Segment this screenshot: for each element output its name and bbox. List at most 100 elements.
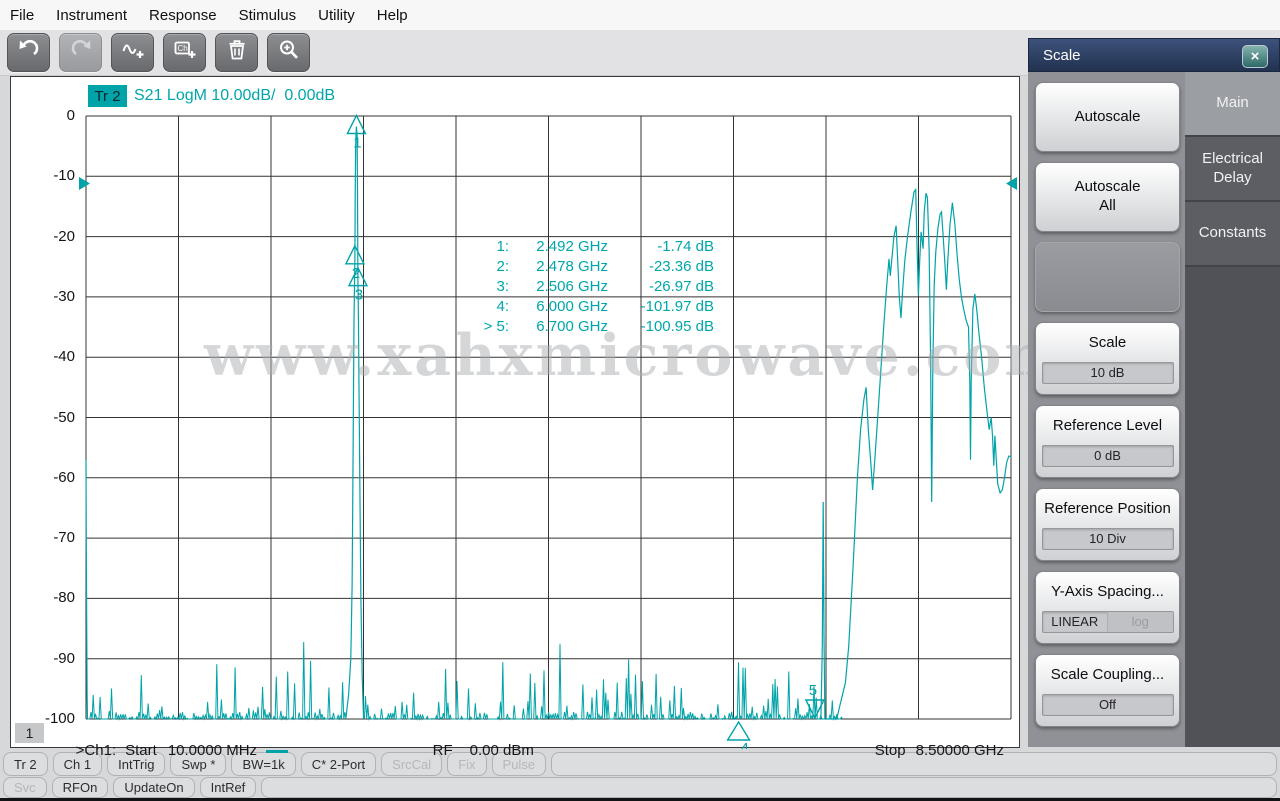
marker-readout-row: 2: 2.478 GHz -23.36 dB <box>451 257 714 277</box>
marker-value: -26.97 dB <box>648 278 714 295</box>
y-tick-label: -90 <box>53 649 75 667</box>
add-channel-button[interactable]: Ch <box>163 33 206 72</box>
marker-readout: 1: 2.492 GHz -1.74 dB 2: 2.478 GHz -23.36 dB 3… <box>451 237 714 337</box>
tab-constants[interactable]: Constants <box>1185 202 1280 267</box>
start-value: 10.0000 MHz <box>167 742 258 759</box>
marker-number: 4 <box>740 740 748 749</box>
stop-value: 8.50000 GHz <box>915 742 1004 759</box>
y-tick-label: -30 <box>53 287 75 305</box>
marker-4[interactable]: 4 <box>726 720 751 749</box>
toggle-option-log: log <box>1107 611 1173 632</box>
marker-label: 3: <box>496 278 509 295</box>
softkey-toggle-value: LINEAR log <box>1041 610 1174 633</box>
softkey-label: Scale Coupling... <box>1050 666 1165 683</box>
softkey-blank <box>1035 242 1180 312</box>
toggle-option-linear: LINEAR <box>1051 613 1099 629</box>
trace-badge[interactable]: Tr 2 <box>88 85 127 107</box>
add-trace-button[interactable] <box>111 33 154 72</box>
add-channel-icon: Ch <box>173 38 197 67</box>
channel-start-status: >Ch1: Start 10.0000 MHz <box>59 725 289 776</box>
trace-noise-floor <box>87 641 844 721</box>
softkey-value: 10 Div <box>1041 527 1174 550</box>
trash-icon <box>225 38 249 67</box>
softkey-autoscale[interactable]: Autoscale <box>1035 82 1180 152</box>
channel-prefix: >Ch1: <box>75 742 117 759</box>
y-tick-label: -10 <box>53 167 75 185</box>
scale-panel-titlebar[interactable]: Scale × <box>1028 38 1280 72</box>
menu-utility[interactable]: Utility <box>307 7 366 24</box>
redo-button <box>59 33 102 72</box>
add-trace-icon <box>121 38 145 67</box>
stop-label: Stop <box>874 742 906 759</box>
marker-frequency: 6.700 GHz <box>536 318 608 335</box>
close-icon[interactable]: × <box>1242 45 1268 68</box>
softkey-value: 10 dB <box>1041 361 1174 384</box>
menu-instrument[interactable]: Instrument <box>45 7 138 24</box>
marker-number: 2 <box>352 265 360 282</box>
menu-file[interactable]: File <box>10 7 45 24</box>
menu-response[interactable]: Response <box>138 7 228 24</box>
statusbar-button-tr-2[interactable]: Tr 2 <box>3 752 48 776</box>
softkey-autoscale-all[interactable]: Autoscale All <box>1035 162 1180 232</box>
zoom-button[interactable] <box>267 33 310 72</box>
marker-readout-row: 4: 6.000 GHz -101.97 dB <box>451 297 714 317</box>
y-tick-label: -60 <box>53 468 75 486</box>
softkey-y-axis-spacing[interactable]: Y-Axis Spacing... LINEAR log <box>1035 571 1180 644</box>
delete-button[interactable] <box>215 33 258 72</box>
softkey-reference-position[interactable]: Reference Position 10 Div <box>1035 488 1180 561</box>
tab-main[interactable]: Main <box>1185 72 1280 137</box>
statusbar-button-rfon[interactable]: RFOn <box>51 777 109 798</box>
undo-button[interactable] <box>7 33 50 72</box>
statusbar-button-blank <box>261 777 1277 798</box>
statusbar-button-intref[interactable]: IntRef <box>199 777 257 798</box>
tab-electrical-delay[interactable]: Electrical Delay <box>1185 137 1280 202</box>
softkey-scale[interactable]: Scale 10 dB <box>1035 322 1180 395</box>
stop-status: Stop 8.50000 GHz <box>858 725 1004 776</box>
scale-panel-buttons: Autoscale Autoscale All Scale 10 dB Referenc… <box>1028 72 1185 747</box>
statusbar-button-updateon[interactable]: UpdateOn <box>113 777 195 798</box>
marker-frequency: 2.492 GHz <box>536 238 608 255</box>
start-label: Start <box>125 742 157 759</box>
statusbar-button-c-2-port[interactable]: C* 2-Port <box>300 752 377 776</box>
zoom-in-icon <box>277 38 301 67</box>
marker-readout-row: > 5: 6.700 GHz -100.95 dB <box>451 317 714 337</box>
marker-number: 3 <box>355 287 363 304</box>
marker-readout-row: 1: 2.492 GHz -1.74 dB <box>451 237 714 257</box>
svg-text:Ch: Ch <box>177 44 187 53</box>
marker-number: 1 <box>353 134 361 151</box>
channel-window: 1 2 3 4 5 Tr 2 S21 LogM 10.00dB/ 0.00dB 0 -10… <box>10 76 1020 759</box>
softkey-label: Scale <box>1088 334 1127 351</box>
y-tick-label: -80 <box>53 589 75 607</box>
status-button-row-2: Svc RFOn UpdateOn IntRef <box>3 777 1277 798</box>
trace-title: S21 LogM 10.00dB/ 0.00dB <box>134 87 336 104</box>
marker-readout-row: 3: 2.506 GHz -26.97 dB <box>451 277 714 297</box>
redo-icon <box>69 38 93 67</box>
plot-svg: 1 2 3 4 5 <box>79 113 1017 749</box>
scale-panel-title: Scale <box>1043 46 1081 64</box>
reference-indicator-left[interactable] <box>79 177 90 190</box>
marker-label: 2: <box>496 258 509 275</box>
marker-frequency: 2.506 GHz <box>536 278 608 295</box>
softkey-label: Y-Axis Spacing... <box>1051 583 1164 600</box>
softkey-value: Off <box>1041 693 1174 716</box>
marker-value: -23.36 dB <box>648 258 714 275</box>
scale-panel: Scale × Autoscale Autoscale All Scale 10 dB… <box>1028 38 1280 747</box>
softkey-label: Reference Position <box>1044 500 1171 517</box>
marker-label: 4: <box>496 298 509 315</box>
trace-passband-spike <box>345 126 365 720</box>
marker-1[interactable]: 1 <box>346 113 367 151</box>
undo-icon <box>17 38 41 67</box>
softkey-value: 0 dB <box>1041 444 1174 467</box>
graticule <box>85 115 1012 720</box>
rf-power-status: RF 0.00 dBm <box>416 725 534 776</box>
scale-panel-tabs: Main Electrical Delay Constants <box>1185 72 1280 747</box>
menu-help[interactable]: Help <box>366 7 419 24</box>
menu-stimulus[interactable]: Stimulus <box>228 7 308 24</box>
y-tick-label: 0 <box>66 107 75 124</box>
rf-value: 0.00 dBm <box>469 742 534 759</box>
marker-value: -1.74 dB <box>657 238 714 255</box>
y-tick-label: -20 <box>53 227 75 245</box>
softkey-reference-level[interactable]: Reference Level 0 dB <box>1035 405 1180 478</box>
softkey-scale-coupling[interactable]: Scale Coupling... Off <box>1035 654 1180 727</box>
statusbar-button-svc: Svc <box>3 777 47 798</box>
